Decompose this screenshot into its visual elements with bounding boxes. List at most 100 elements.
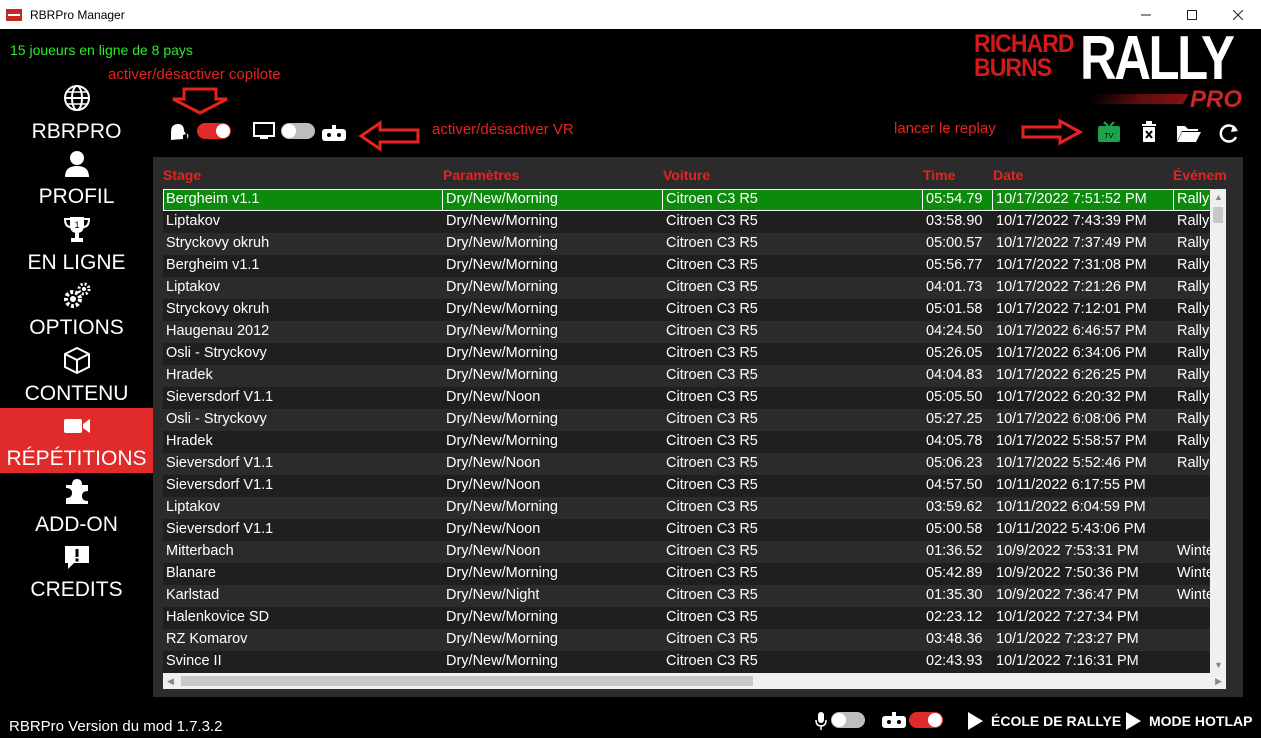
footer-vr-toggle[interactable] [909,712,943,728]
rally-school-label: ÉCOLE DE RALLYE [991,713,1122,729]
annotation-vr: activer/désactiver VR [432,121,574,138]
cell-stage: Bergheim v1.1 [166,191,260,207]
cell-parametres: Dry/New/Morning [446,345,558,361]
table-row[interactable]: RZ Komarov Dry/New/Morning Citroen C3 R5 03… [163,629,1226,651]
table-row[interactable]: Mitterbach Dry/New/Noon Citroen C3 R5 01:36… [163,541,1226,563]
cell-stage: Sieversdorf V1.1 [166,477,274,493]
refresh-button[interactable] [1218,122,1240,144]
cell-parametres: Dry/New/Night [446,587,540,603]
sidebar-item-en-ligne[interactable]: 1 EN LIGNE [0,211,153,277]
table-row[interactable]: Liptakov Dry/New/Morning Citroen C3 R5 03:5… [163,211,1226,233]
cell-parametres: Dry/New/Morning [446,433,558,449]
horizontal-scrollbar[interactable]: ◀ ▶ [163,673,1226,689]
table-row[interactable]: Karlstad Dry/New/Night Citroen C3 R5 01:35.… [163,585,1226,607]
table-row[interactable]: Halenkovice SD Dry/New/Morning Citroen C3 … [163,607,1226,629]
cell-date: 10/1/2022 7:23:27 PM [996,631,1139,647]
cell-time: 02:23.12 [926,609,983,625]
cell-voiture: Citroen C3 R5 [666,499,758,515]
sidebar-item-contenu[interactable]: CONTENU [0,342,153,408]
cell-separator [922,189,923,211]
table-row[interactable]: Blanare Dry/New/Morning Citroen C3 R5 05:42… [163,563,1226,585]
cell-voiture: Citroen C3 R5 [666,235,758,251]
microphone-toggle[interactable] [831,712,865,728]
sidebar-item-repetitions[interactable]: RÉPÉTITIONS [0,407,153,473]
cell-time: 04:01.73 [926,279,983,295]
cell-parametres: Dry/New/Noon [446,455,541,471]
table-row[interactable]: Svince II Dry/New/Morning Citroen C3 R5 02:… [163,651,1226,673]
cell-stage: Mitterbach [166,543,234,559]
sidebar-item-label: ADD-ON [35,512,118,536]
table-row[interactable]: Hradek Dry/New/Morning Citroen C3 R5 04:04.… [163,365,1226,387]
scroll-right-icon[interactable]: ▶ [1215,676,1222,687]
table-row[interactable]: Liptakov Dry/New/Morning Citroen C3 R5 04:0… [163,277,1226,299]
scroll-left-icon[interactable]: ◀ [167,676,174,687]
sidebar-item-credits[interactable]: CREDITS [0,539,153,605]
cell-stage: Osli - Stryckovy [166,345,267,361]
cell-parametres: Dry/New/Morning [446,565,558,581]
cell-time: 03:48.36 [926,631,983,647]
column-header-date[interactable]: Date [993,167,1023,183]
table-row[interactable]: Hradek Dry/New/Morning Citroen C3 R5 04:05.… [163,431,1226,453]
cell-parametres: Dry/New/Morning [446,499,558,515]
scrollbar-thumb[interactable] [1213,207,1223,223]
cell-date: 10/11/2022 6:04:59 PM [996,499,1146,515]
cell-voiture: Citroen C3 R5 [666,301,758,317]
cell-date: 10/17/2022 7:43:39 PM [996,213,1147,229]
cell-voiture: Citroen C3 R5 [666,543,758,559]
launch-replay-button[interactable]: TV [1097,121,1121,143]
logo-richard-burns: RICHARD BURNS [974,32,1075,81]
rally-school-button[interactable]: ÉCOLE DE RALLYE [968,712,1121,730]
table-row[interactable]: Bergheim v1.1 Dry/New/Morning Citroen C3 R… [163,255,1226,277]
cell-time: 05:05.50 [926,389,983,405]
sidebar-item-add-on[interactable]: ADD-ON [0,473,153,539]
column-header-evenement[interactable]: Événem [1173,167,1226,183]
table-row[interactable]: Osli - Stryckovy Dry/New/Morning Citroen C… [163,409,1226,431]
cell-voiture: Citroen C3 R5 [666,521,758,537]
cell-time: 05:00.58 [926,521,983,537]
open-folder-button[interactable] [1176,123,1202,143]
copilot-toggle[interactable] [197,123,231,139]
column-header-stage[interactable]: Stage [163,167,201,183]
table-row[interactable]: Stryckovy okruh Dry/New/Morning Citroen C3… [163,233,1226,255]
scroll-up-icon[interactable]: ▲ [1214,192,1223,202]
table-row[interactable]: Osli - Stryckovy Dry/New/Morning Citroen C… [163,343,1226,365]
cell-date: 10/9/2022 7:50:36 PM [996,565,1139,581]
cell-time: 04:04.83 [926,367,983,383]
cell-parametres: Dry/New/Morning [446,609,558,625]
cell-voiture: Citroen C3 R5 [666,323,758,339]
table-row[interactable]: Liptakov Dry/New/Morning Citroen C3 R5 03:5… [163,497,1226,519]
sidebar-item-rbrpro[interactable]: RBRPRO [0,80,153,146]
sidebar: RBRPRO PROFIL 1 EN LIGNE OPTIONS CONTENU… [0,80,153,604]
table-row[interactable]: Stryckovy okruh Dry/New/Morning Citroen C3… [163,299,1226,321]
column-header-parametres[interactable]: Paramètres [443,167,519,183]
table-row[interactable]: Sieversdorf V1.1 Dry/New/Noon Citroen C3 R… [163,475,1226,497]
cell-date: 10/11/2022 5:43:06 PM [996,521,1146,537]
cell-stage: Osli - Stryckovy [166,411,267,427]
vr-toggle[interactable] [281,123,315,139]
sidebar-item-options[interactable]: OPTIONS [0,277,153,343]
scroll-down-icon[interactable]: ▼ [1214,660,1223,670]
cell-stage: Haugenau 2012 [166,323,270,339]
table-row[interactable]: Sieversdorf V1.1 Dry/New/Noon Citroen C3 R… [163,387,1226,409]
delete-replay-button[interactable] [1140,121,1158,143]
vr-headset-icon [882,712,906,728]
table-row[interactable]: Sieversdorf V1.1 Dry/New/Noon Citroen C3 R… [163,519,1226,541]
cell-time: 04:24.50 [926,323,983,339]
vertical-scrollbar[interactable]: ▲ ▼ [1210,189,1226,673]
table-row[interactable]: Bergheim v1.1 Dry/New/Morning Citroen C3 R… [163,189,1226,211]
cell-date: 10/17/2022 6:26:25 PM [996,367,1147,383]
hotlap-mode-button[interactable]: MODE HOTLAP [1126,712,1252,730]
column-header-voiture[interactable]: Voiture [663,167,710,183]
cell-parametres: Dry/New/Morning [446,191,558,207]
cell-date: 10/17/2022 7:37:49 PM [996,235,1147,251]
cell-time: 05:42.89 [926,565,983,581]
table-row[interactable]: Haugenau 2012 Dry/New/Morning Citroen C3 R… [163,321,1226,343]
column-header-time[interactable]: Time [923,167,955,183]
cell-time: 01:35.30 [926,587,983,603]
table-row[interactable]: Sieversdorf V1.1 Dry/New/Noon Citroen C3 R… [163,453,1226,475]
cell-stage: Hradek [166,367,213,383]
sidebar-item-profil[interactable]: PROFIL [0,146,153,212]
scrollbar-thumb[interactable] [181,676,753,686]
cell-date: 10/17/2022 7:21:26 PM [996,279,1147,295]
cell-voiture: Citroen C3 R5 [666,477,758,493]
